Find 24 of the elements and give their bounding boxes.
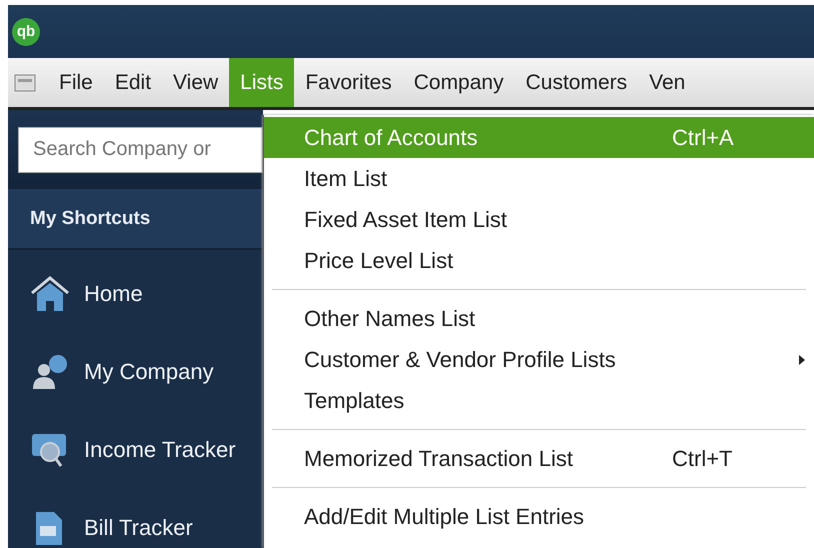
search-field[interactable]: Search Company or xyxy=(18,126,263,173)
menu-option[interactable]: Price Level List xyxy=(264,240,814,281)
menu-item[interactable]: Ven xyxy=(638,58,696,107)
menu-item[interactable]: Company xyxy=(402,58,515,107)
shortcut-item[interactable]: Income Tracker xyxy=(84,437,236,463)
menu-item[interactable]: View xyxy=(162,58,230,107)
menu-item[interactable]: File xyxy=(48,58,104,107)
menu-option[interactable]: Memorized Transaction List Ctrl+T xyxy=(264,438,814,479)
shortcut-item[interactable]: Home xyxy=(84,281,143,307)
menu-option[interactable]: Add/Edit Multiple List Entries xyxy=(264,496,814,537)
person-icon xyxy=(30,354,70,390)
menu-option[interactable]: Templates xyxy=(264,380,814,421)
window-icon[interactable] xyxy=(14,74,36,92)
menu-item[interactable]: Favorites xyxy=(294,58,403,107)
shortcut-item[interactable]: My Company xyxy=(84,359,214,385)
shortcuts-header: My Shortcuts xyxy=(8,189,263,250)
menu-item[interactable]: Edit xyxy=(104,58,162,107)
menu-item[interactable]: Customers xyxy=(514,58,638,107)
menu-option[interactable]: Item List xyxy=(264,158,814,199)
menu-option[interactable]: Customer & Vendor Profile Lists xyxy=(264,339,814,380)
house-icon xyxy=(30,276,70,312)
menu-option[interactable]: Other Names List xyxy=(264,298,814,339)
shortcut-item[interactable]: Bill Tracker xyxy=(84,515,193,541)
menu-option[interactable]: Fixed Asset Item List xyxy=(264,199,814,240)
